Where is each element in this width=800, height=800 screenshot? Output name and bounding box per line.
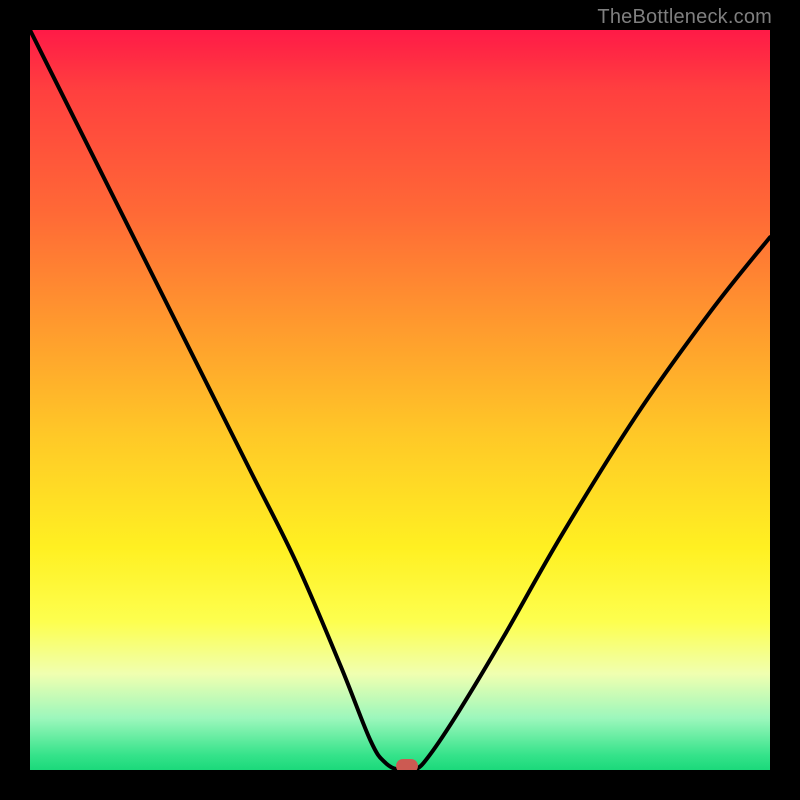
attribution-label: TheBottleneck.com (597, 6, 772, 29)
chart-frame: TheBottleneck.com (0, 0, 800, 800)
curve-path (30, 30, 770, 770)
plot-area (30, 30, 770, 770)
bottleneck-curve (30, 30, 770, 770)
optimum-marker (396, 759, 418, 770)
